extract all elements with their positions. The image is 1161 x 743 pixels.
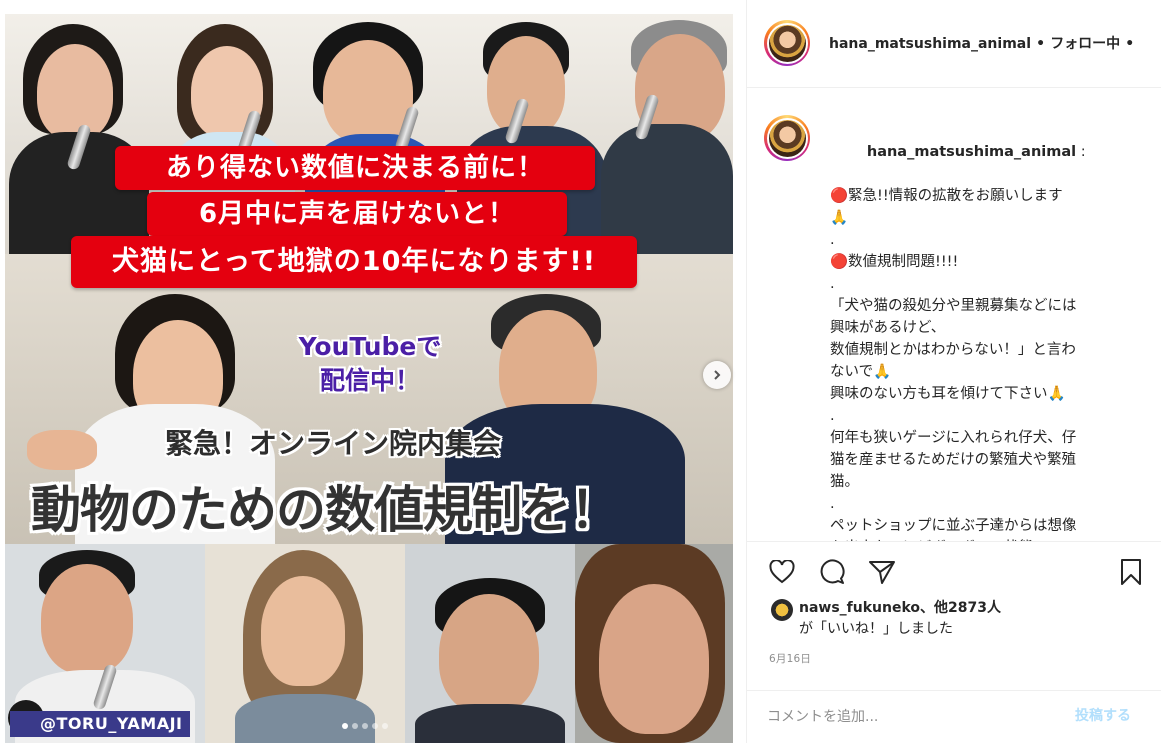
caption-line: 数値規制とかはわからない！」と言わ	[830, 342, 1076, 358]
headline-text: 動物のための数値規制を！	[31, 481, 620, 539]
caption-area: hana_matsushima_animal : 🔴緊急!!情報の拡散をお願いし…	[747, 89, 1161, 541]
caption-line: 🔴緊急!!情報の拡散をお願いします	[830, 188, 1063, 204]
caption-line: 猫。	[830, 474, 859, 490]
paper-plane-icon	[869, 561, 895, 584]
chevron-right-icon	[714, 370, 721, 380]
caption-line: 興味のない方も耳を傾けて下さい🙏	[830, 386, 1066, 402]
caption-line: 「犬や猫の殺処分や里親募集などには	[830, 298, 1077, 314]
banner-line-1: あり得ない数値に決まる前に！	[115, 146, 595, 190]
caption-avatar[interactable]	[764, 115, 810, 161]
likes-summary: naws_fukuneko、他2873人 が「いいね！」しました	[771, 598, 1001, 640]
caption-line: 🔴数値規制問題!!!!	[830, 254, 959, 270]
header-username[interactable]: hana_matsushima_animal	[829, 36, 1031, 52]
carousel-indicator	[342, 723, 388, 729]
post-date[interactable]: 6月16日	[769, 651, 811, 666]
banner-line-2: 6月中に声を届けないと！	[147, 192, 567, 236]
banner-line-3: 犬猫にとって地獄の10年になります!!	[71, 236, 637, 288]
post-header: hana_matsushima_animal • フォロー中 •	[747, 0, 1161, 88]
caption-colon: :	[1076, 144, 1086, 160]
liker-avatar[interactable]	[771, 599, 793, 621]
post-media: あり得ない数値に決まる前に！ 6月中に声を届けないと！ 犬猫にとって地獄の10年…	[0, 0, 746, 743]
comment-input[interactable]	[767, 705, 1057, 729]
caption-line: 何年も狭いゲージに入れられ仔犬、仔	[830, 430, 1077, 446]
header-separator-2: •	[1125, 36, 1135, 52]
liker-username[interactable]: naws_fukuneko	[799, 600, 920, 616]
caption-text: hana_matsushima_animal : 🔴緊急!!情報の拡散をお願いし…	[830, 119, 1145, 541]
likes-others[interactable]: 、他2873人	[920, 600, 1001, 616]
bookmark-icon	[1121, 559, 1141, 585]
caption-username[interactable]: hana_matsushima_animal	[867, 144, 1076, 160]
carousel-dot	[352, 723, 358, 729]
header-avatar[interactable]	[764, 20, 810, 66]
caption-line: .	[830, 496, 835, 512]
save-button[interactable]	[1116, 557, 1146, 587]
watermark-handle: @TORU_YAMAJI	[10, 711, 191, 737]
caption-line: 🙏	[830, 210, 849, 226]
carousel-dot	[372, 723, 378, 729]
caption-line: .	[830, 408, 835, 424]
post-comment-button[interactable]: 投稿する	[1075, 705, 1131, 725]
bottom-photo-2	[205, 544, 405, 743]
caption-body: 🔴緊急!!情報の拡散をお願いします 🙏. 🔴数値規制問題!!!!. 「犬や猫の殺処分や…	[830, 185, 1145, 541]
comment-icon	[820, 559, 845, 584]
caption-line: ペットショップに並ぶ子達からは想像	[830, 518, 1077, 534]
post-details-panel: hana_matsushima_animal • フォロー中 • hana_ma…	[746, 0, 1161, 743]
urgent-meeting-text: 緊急！オンライン院内集会	[165, 427, 502, 460]
likes-suffix: が「いいね！」しました	[799, 621, 953, 637]
next-slide-button[interactable]	[703, 361, 731, 389]
youtube-line-2: 配信中！	[319, 366, 420, 395]
carousel-dot	[342, 723, 348, 729]
avatar-image	[768, 119, 806, 157]
share-button[interactable]	[867, 557, 897, 587]
following-button[interactable]: フォロー中	[1050, 36, 1120, 52]
avatar-image	[768, 24, 806, 62]
youtube-line-1: YouTubeで	[298, 332, 442, 361]
header-separator: •	[1036, 36, 1046, 52]
comment-box: 投稿する	[747, 690, 1161, 743]
caption-line: ないで🙏	[830, 364, 892, 380]
caption-line: .	[830, 276, 835, 292]
caption-line: .	[830, 232, 835, 248]
post-image[interactable]: あり得ない数値に決まる前に！ 6月中に声を届けないと！ 犬猫にとって地獄の10年…	[5, 14, 733, 743]
bottom-photo-3	[405, 544, 575, 743]
bottom-photo-4	[575, 544, 733, 743]
youtube-text: YouTubeで 配信中！	[270, 330, 470, 398]
caption-line: 猫を産ませるためだけの繁殖犬や繁殖	[830, 452, 1077, 468]
caption-line: 興味があるけど、	[830, 320, 946, 336]
carousel-dot	[382, 723, 388, 729]
heart-icon	[769, 560, 795, 584]
carousel-dot	[362, 723, 368, 729]
like-button[interactable]	[767, 557, 797, 587]
comment-button[interactable]	[817, 557, 847, 587]
